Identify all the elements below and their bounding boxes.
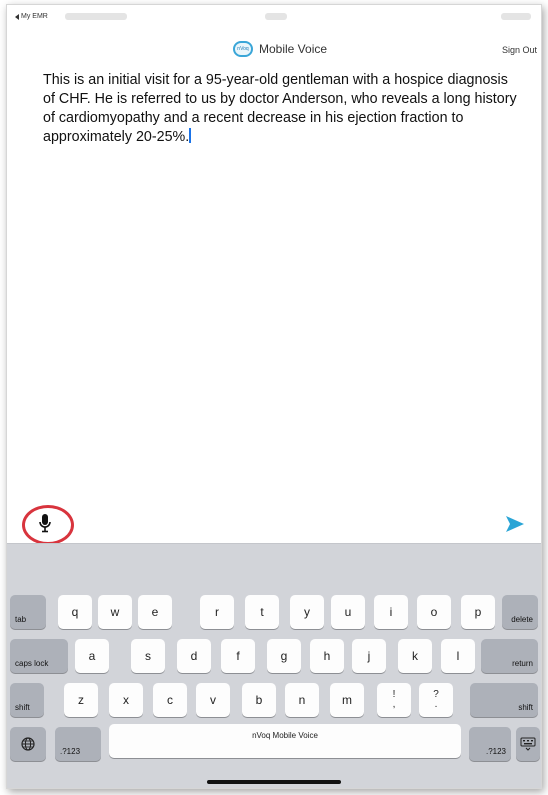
microphone-icon — [39, 514, 51, 533]
on-screen-keyboard: tab q w e r t y u i o p delete caps lock… — [7, 543, 541, 788]
keyboard-dismiss-icon — [520, 737, 536, 751]
key-o[interactable]: o — [417, 595, 451, 629]
key-period-label: . — [434, 699, 438, 710]
delete-key[interactable]: delete — [502, 595, 538, 629]
key-d[interactable]: d — [177, 639, 211, 673]
app-title: nVoq Mobile Voice — [233, 41, 327, 57]
key-l[interactable]: l — [441, 639, 475, 673]
keyboard-dismiss-key[interactable] — [516, 727, 540, 761]
numbers-key-right[interactable]: .?123 — [469, 727, 511, 761]
key-exclaim-comma[interactable]: ! , — [377, 683, 411, 717]
numbers-key-left[interactable]: .?123 — [55, 727, 101, 761]
home-indicator[interactable] — [207, 780, 341, 784]
key-n[interactable]: n — [285, 683, 319, 717]
shift-key-right[interactable]: shift — [470, 683, 538, 717]
key-g[interactable]: g — [267, 639, 301, 673]
key-a[interactable]: a — [75, 639, 109, 673]
key-x[interactable]: x — [109, 683, 143, 717]
dictated-text: This is an initial visit for a 95-year-o… — [43, 72, 517, 145]
caps-lock-key[interactable]: caps lock — [10, 639, 68, 673]
text-cursor — [189, 128, 191, 143]
blurred-status-time — [265, 13, 287, 20]
back-link-label: My EMR — [21, 13, 48, 20]
space-bar[interactable]: nVoq Mobile Voice — [109, 724, 461, 758]
key-s[interactable]: s — [131, 639, 165, 673]
back-arrow-icon — [15, 13, 19, 20]
key-r[interactable]: r — [200, 595, 234, 629]
send-button[interactable] — [505, 515, 525, 533]
key-question-period[interactable]: ? . — [419, 683, 453, 717]
key-q[interactable]: q — [58, 595, 92, 629]
tab-key[interactable]: tab — [10, 595, 46, 629]
key-p[interactable]: p — [461, 595, 495, 629]
blurred-status-text — [65, 13, 127, 20]
key-w[interactable]: w — [98, 595, 132, 629]
key-z[interactable]: z — [64, 683, 98, 717]
key-k[interactable]: k — [398, 639, 432, 673]
globe-key[interactable] — [10, 727, 46, 761]
key-c[interactable]: c — [153, 683, 187, 717]
key-v[interactable]: v — [196, 683, 230, 717]
app-window: My EMR nVoq Mobile Voice Sign Out This i… — [6, 4, 542, 789]
sign-out-button[interactable]: Sign Out — [502, 45, 537, 55]
key-i[interactable]: i — [374, 595, 408, 629]
microphone-button[interactable] — [33, 509, 57, 537]
navigation-bar: nVoq Mobile Voice Sign Out — [7, 37, 541, 63]
key-b[interactable]: b — [242, 683, 276, 717]
status-bar: My EMR — [7, 5, 541, 27]
return-key[interactable]: return — [481, 639, 538, 673]
key-e[interactable]: e — [138, 595, 172, 629]
key-u[interactable]: u — [331, 595, 365, 629]
logo-text: nVoq — [237, 46, 249, 52]
globe-icon — [21, 737, 35, 751]
app-logo-icon: nVoq — [233, 41, 253, 57]
key-y[interactable]: y — [290, 595, 324, 629]
shift-key-left[interactable]: shift — [10, 683, 44, 717]
key-j[interactable]: j — [352, 639, 386, 673]
key-f[interactable]: f — [221, 639, 255, 673]
key-t[interactable]: t — [245, 595, 279, 629]
app-name: Mobile Voice — [259, 42, 328, 56]
key-h[interactable]: h — [310, 639, 344, 673]
key-comma-label: , — [392, 699, 396, 710]
dictation-text-area[interactable]: This is an initial visit for a 95-year-o… — [43, 71, 521, 147]
send-icon — [506, 516, 524, 532]
back-to-app-link[interactable]: My EMR — [15, 13, 48, 20]
blurred-status-icons — [501, 13, 531, 20]
key-m[interactable]: m — [330, 683, 364, 717]
